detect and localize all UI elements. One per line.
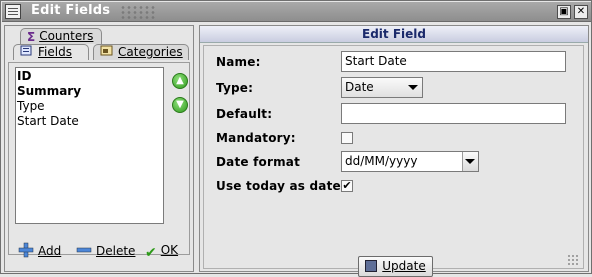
plus-icon [18,242,34,262]
edit-field-header: Edit Field [200,26,588,43]
resize-grip[interactable] [567,254,579,266]
edit-fields-window: Edit Fields ▣ ✕ Σ Counters Fields Categor… [0,0,592,277]
delete-button[interactable]: Delete [76,242,135,258]
chevron-down-icon [465,159,475,164]
fields-tab-content: ID Summary Type Start Date ▲ ▼ [8,62,190,255]
minus-icon [76,242,92,262]
save-icon [365,260,378,272]
sum-icon: Σ [27,30,36,44]
tab-categories[interactable]: Categories [93,44,189,60]
ok-button[interactable]: ✔ OK [145,242,178,261]
app-icon [5,4,21,19]
categories-icon [100,45,114,61]
arrow-up-icon: ▲ [176,75,184,86]
mandatory-label: Mandatory: [216,131,296,145]
use-today-checkbox[interactable]: ✔ [341,180,353,192]
date-format-combo[interactable]: dd/MM/yyyy [341,151,479,172]
fields-pane: Σ Counters Fields Categories ID Summary T… [4,25,194,272]
fields-icon [20,45,34,61]
close-button[interactable]: ✕ [574,5,588,19]
window-title: Edit Fields [31,3,111,18]
date-format-label: Date format [216,155,301,169]
checkmark-icon: ✔ [342,179,352,192]
maximize-button[interactable]: ▣ [557,5,571,19]
default-field[interactable] [341,103,566,124]
edit-field-pane: Edit Field Name: Start Date Type: Date D… [199,25,589,277]
tab-fields[interactable]: Fields [13,44,89,60]
arrow-down-icon: ▼ [176,99,184,110]
type-select-value: Date [345,80,374,94]
list-item[interactable]: Type [17,99,162,114]
mandatory-checkbox[interactable] [341,132,353,144]
use-today-label: Use today as date [216,179,341,193]
list-item[interactable]: ID [17,69,162,84]
edit-field-form: Name: Start Date Type: Date Default: Man… [203,45,584,277]
list-item[interactable]: Start Date [17,114,162,129]
tab-counters[interactable]: Σ Counters [20,28,102,44]
type-select[interactable]: Date [341,77,423,98]
check-icon: ✔ [145,245,157,261]
date-format-value: dd/MM/yyyy [345,154,418,168]
list-item[interactable]: Summary [17,84,162,99]
move-up-button[interactable]: ▲ [172,73,188,89]
add-button[interactable]: Add [18,242,61,258]
title-grip [120,5,156,21]
type-label: Type: [216,81,254,95]
name-field[interactable]: Start Date [341,51,566,72]
date-format-dropdown[interactable] [462,152,478,171]
name-label: Name: [216,55,261,69]
title-bar[interactable]: Edit Fields ▣ ✕ [2,2,591,22]
chevron-down-icon [408,85,418,90]
move-down-button[interactable]: ▼ [172,97,188,113]
fields-list[interactable]: ID Summary Type Start Date [15,67,164,224]
default-label: Default: [216,107,273,121]
